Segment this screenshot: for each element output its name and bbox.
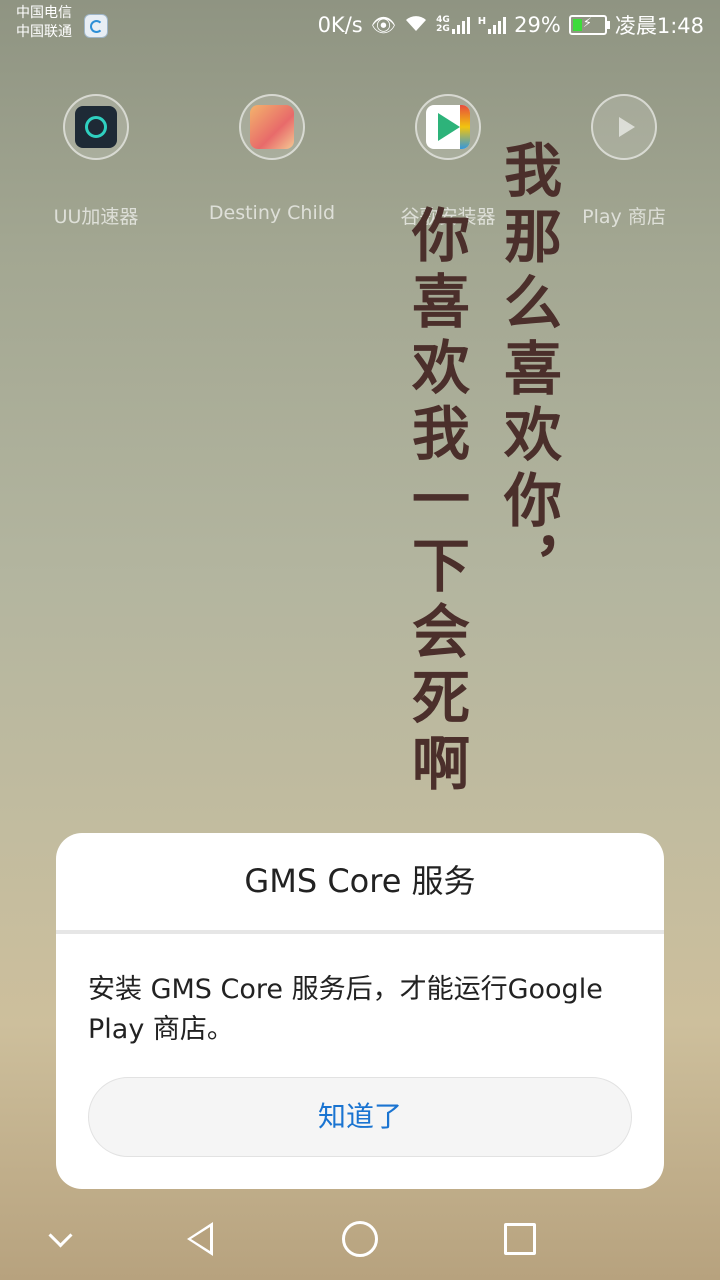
back-icon [187,1222,213,1256]
uu-accelerator-icon [75,106,117,148]
app-uu-accelerator[interactable]: UU加速器 [16,94,176,229]
eye-icon: 👁 [370,13,397,37]
carrier-1: 中国电信 [16,5,72,21]
destiny-child-icon [250,105,294,149]
network-type-3: H [477,16,487,27]
clock: 凌晨1:48 [614,14,704,38]
network-type-2: 2G [436,24,450,34]
app-label: Play 商店 [582,206,666,228]
recents-icon [504,1223,536,1255]
signal-1-group: 4G 2G [436,16,470,34]
wallpaper-text-1: 我那么喜欢你， [494,140,562,602]
app-label: Destiny Child [208,202,336,224]
got-it-button[interactable]: 知道了 [88,1077,632,1157]
net-speed: 0K/s [317,13,363,37]
home-icon [342,1221,378,1257]
dialog-message: 安装 GMS Core 服务后，才能运行Google Play 商店。 [88,974,603,1045]
app-destiny-child[interactable]: Destiny Child [192,94,352,224]
signal-1-icon [451,16,470,34]
back-button[interactable] [160,1198,240,1280]
navigation-bar [0,1198,720,1280]
hide-nav-button[interactable] [20,1198,100,1280]
google-installer-icon [426,105,470,149]
battery-percent: 29% [514,13,561,37]
notification-app-icon [84,14,108,38]
dialog-title: GMS Core 服务 [244,862,476,900]
app-play-store[interactable]: Play 商店 [544,94,704,229]
home-button[interactable] [320,1198,400,1280]
signal-2-group: H [477,16,507,34]
wifi-icon [404,13,428,37]
play-store-icon [619,117,635,137]
battery-icon: ⚡ [568,15,610,35]
gms-core-dialog: GMS Core 服务 安装 GMS Core 服务后，才能运行Google P… [56,833,664,1189]
status-bar: 中国电信 中国联通 0K/s 👁 4G 2G H 29% ⚡ 凌晨1:48 [0,0,720,52]
status-indicators: 0K/s 👁 4G 2G H 29% ⚡ 凌晨1:48 [318,10,704,40]
app-label: UU加速器 [53,206,139,228]
wallpaper-text-2: 你喜欢我一下会死啊 [402,205,470,799]
recents-button[interactable] [480,1198,560,1280]
carrier-info: 中国电信 中国联通 [16,4,72,42]
signal-2-icon [488,16,507,34]
chevron-down-icon [47,1222,73,1248]
carrier-2: 中国联通 [16,24,72,40]
